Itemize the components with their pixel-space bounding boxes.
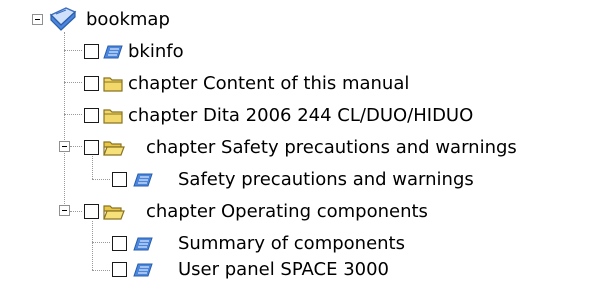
folder-closed-icon	[103, 77, 123, 92]
tree-item-checkbox[interactable]	[112, 262, 127, 277]
tree-item-checkbox[interactable]	[84, 204, 99, 219]
folder-closed-icon	[103, 109, 123, 124]
tree-item-user-panel-topic[interactable]: User panel SPACE 3000	[0, 254, 460, 286]
collapse-toggle[interactable]	[59, 141, 70, 152]
topic-icon	[133, 173, 153, 187]
topic-icon	[133, 237, 153, 251]
tree-root[interactable]: bookmap	[0, 4, 260, 36]
collapse-toggle[interactable]	[59, 205, 70, 216]
collapse-toggle[interactable]	[32, 14, 43, 25]
tree-item-chapter-safety[interactable]: chapter Safety precautions and warnings	[0, 132, 585, 164]
topic-icon	[103, 45, 123, 59]
tree-item-checkbox[interactable]	[84, 76, 99, 91]
tree-item-label: chapter Operating components	[146, 201, 428, 222]
tree-item-chapter-dita[interactable]: chapter Dita 2006 244 CL/DUO/HIDUO	[0, 100, 540, 132]
tree-item-label: chapter Content of this manual	[128, 73, 410, 94]
tree-item-checkbox[interactable]	[84, 140, 99, 155]
tree-item-label: Summary of components	[178, 233, 405, 254]
tree-item-label: chapter Safety precautions and warnings	[146, 137, 517, 158]
tree-item-label: Safety precautions and warnings	[178, 169, 474, 190]
tree-item-safety-topic[interactable]: Safety precautions and warnings	[0, 164, 560, 196]
tree-item-chapter-content[interactable]: chapter Content of this manual	[0, 68, 480, 100]
tree-item-label: User panel SPACE 3000	[178, 259, 390, 280]
tree-item-bkinfo[interactable]: bkinfo	[0, 36, 260, 68]
topic-icon	[133, 263, 153, 277]
tree-root-label: bookmap	[86, 9, 170, 30]
tree-item-chapter-operating[interactable]: chapter Operating components	[0, 196, 500, 228]
tree-item-label: chapter Dita 2006 244 CL/DUO/HIDUO	[128, 105, 474, 126]
tree-item-checkbox[interactable]	[112, 172, 127, 187]
tree-item-label: bkinfo	[128, 41, 184, 62]
bookmap-icon	[49, 7, 77, 31]
folder-open-icon	[103, 205, 125, 220]
folder-open-icon	[103, 141, 125, 156]
tree-item-checkbox[interactable]	[112, 236, 127, 251]
tree-item-checkbox[interactable]	[84, 108, 99, 123]
bookmap-tree: bookmap bkinfo chapter Content of this m…	[0, 0, 590, 286]
tree-item-checkbox[interactable]	[84, 44, 99, 59]
